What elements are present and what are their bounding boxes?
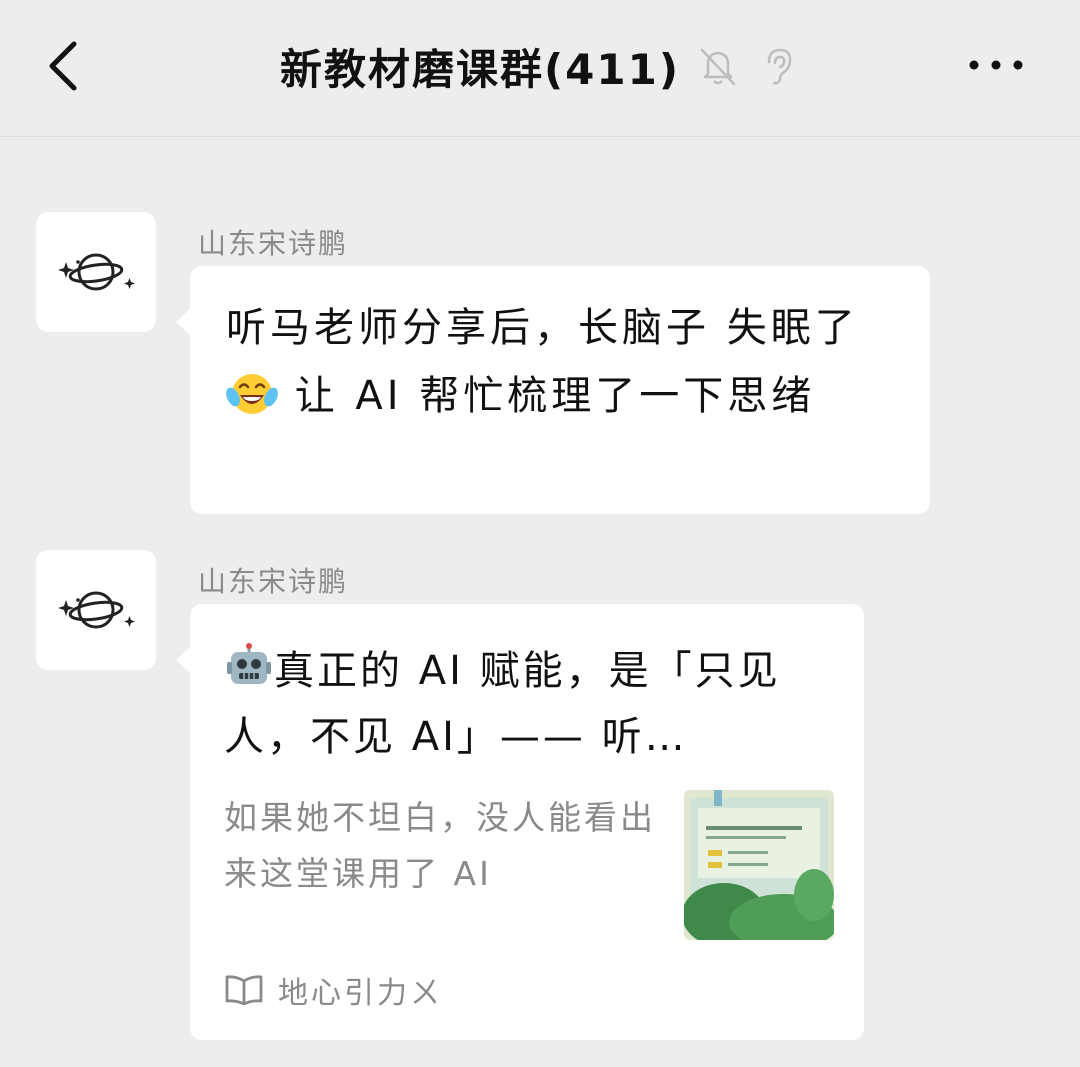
more-button[interactable] xyxy=(968,50,1024,80)
chat-title: 新教材磨课群(411) xyxy=(279,44,681,94)
more-icon xyxy=(969,60,1023,70)
thumbnail-image xyxy=(684,790,834,940)
laughing-tears-emoji xyxy=(226,374,278,414)
avatar[interactable] xyxy=(36,212,156,332)
link-card[interactable]: 真正的 AI 赋能，是「只见人，不见 AI」—— 听… 如果她不坦白，没人能看出… xyxy=(176,604,864,1040)
card-source: 地心引力ㄨ xyxy=(224,968,834,1012)
card-description: 如果她不坦白，没人能看出来这堂课用了 AI xyxy=(224,798,656,893)
mute-bell-icon xyxy=(700,48,736,86)
message-text-part2: 让 AI 帮忙梳理了一下思绪 xyxy=(278,373,816,419)
source-name: 地心引力ㄨ xyxy=(278,976,443,1011)
chat-header: 新教材磨课群(411) xyxy=(0,0,1080,137)
message-text-part1: 听马老师分享后，长脑子 失眠了 xyxy=(226,305,859,351)
robot-emoji xyxy=(227,643,271,684)
book-icon xyxy=(225,975,263,1006)
avatar[interactable] xyxy=(36,550,156,670)
article-thumbnail xyxy=(684,790,834,940)
card-title-text: 真正的 AI 赋能，是「只见人，不见 AI」—— 听… xyxy=(224,648,781,760)
title-area: 新教材磨课群(411) xyxy=(0,36,1080,96)
planet-icon xyxy=(58,253,135,291)
ear-icon xyxy=(767,48,792,85)
sender-name: 山东宋诗鹏 xyxy=(198,227,349,260)
message-text: 听马老师分享后，长脑子 失眠了 让 AI 帮忙梳理了一下思绪 xyxy=(226,294,894,430)
planet-icon xyxy=(58,591,135,629)
message-bubble[interactable]: 听马老师分享后，长脑子 失眠了 让 AI 帮忙梳理了一下思绪 xyxy=(176,266,930,514)
sender-name: 山东宋诗鹏 xyxy=(198,565,349,598)
card-title: 真正的 AI 赋能，是「只见人，不见 AI」—— 听… xyxy=(224,638,834,770)
card-body: 如果她不坦白，没人能看出来这堂课用了 AI xyxy=(224,790,834,940)
